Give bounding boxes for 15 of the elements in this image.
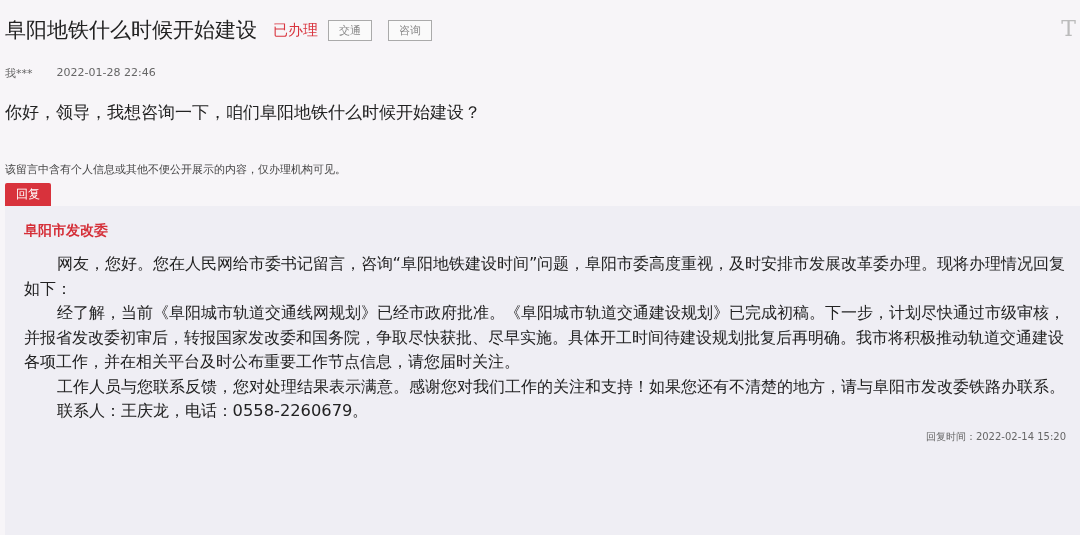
reply-time: 回复时间：2022-02-14 15:20: [925, 429, 1066, 444]
category-tag[interactable]: 交通: [328, 19, 372, 41]
reply-button[interactable]: 回复: [5, 183, 51, 206]
reply-paragraph: 工作人员与您联系反馈，您对处理结果表示满意。感谢您对我们工作的关注和支持！如果您还有不清楚的地方，请与阜阳市发改委铁路办联系。: [55, 375, 1066, 398]
status-label: 已办理: [273, 20, 318, 40]
organization-name: 阜阳市发改委: [24, 222, 109, 240]
reply-paragraph: 联系人：王庆龙，电话：0558-2260679。: [55, 400, 370, 422]
reply-paragraph: 经了解，当前《阜阳城市轨道交通线网规划》已经市政府批准。《阜阳城市轨道交通建设规划》已完成初稿。下一步，计划尽快通过市级审核，并报省发改委初审后，转报国家发改委和国务院，争取尽快获批、尽早实施。具体开工时间待建设规划批复后再明确。我市将积极推动轨道交通建设各项工作，并在相关平台及时公布重要工作节点信息，请您届时关注。: [24, 302, 1066, 373]
author-name: 我***: [5, 66, 33, 81]
posted-time: 2022-01-28 22:46: [56, 66, 156, 81]
reply-paragraph: 网友，您好。您在人民网给市委书记留言，咨询“阜阳地铁建设时间”问题，阜阳市委高度重视，及时安排市发展改革委办理。现将办理情况回复如下：: [24, 253, 1067, 300]
page-title: 阜阳地铁什么时候开始建设: [5, 17, 257, 44]
question-text: 你好，领导，我想咨询一下，咱们阜阳地铁什么时候开始建设？: [5, 101, 482, 124]
privacy-notice: 该留言中含有个人信息或其他不便公开展示的内容，仅办理机构可见。: [5, 162, 347, 177]
category-tag[interactable]: 咨询: [388, 19, 432, 41]
